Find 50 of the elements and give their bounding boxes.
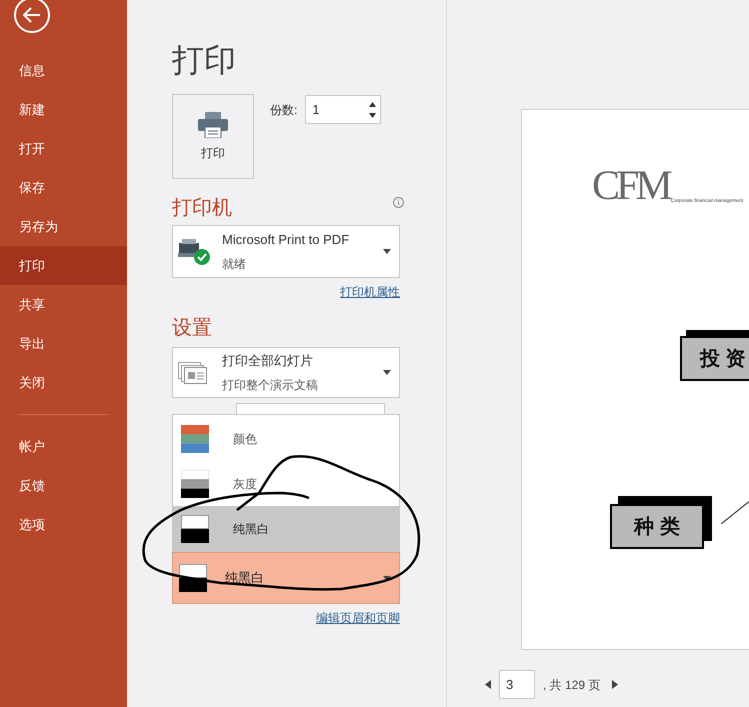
header-footer-link[interactable]: 编辑页眉和页脚 bbox=[316, 609, 400, 627]
sidebar-item[interactable]: 打开 bbox=[0, 129, 127, 168]
color-menu-item[interactable]: 纯黑白 bbox=[173, 506, 399, 551]
sidebar-item[interactable]: 关闭 bbox=[0, 363, 127, 402]
color-menu-item[interactable]: 灰度 bbox=[173, 461, 399, 506]
printer-ready-icon bbox=[178, 238, 210, 264]
caret-icon bbox=[383, 370, 391, 375]
sidebar-item[interactable]: 保存 bbox=[0, 168, 127, 207]
color-dropdown[interactable]: 纯黑白 bbox=[172, 552, 400, 604]
printer-icon bbox=[198, 112, 228, 138]
page-count: , 共 129 页 bbox=[543, 676, 600, 694]
sidebar-item[interactable]: 选项 bbox=[0, 505, 127, 544]
printer-properties-link[interactable]: 打印机属性 bbox=[340, 283, 400, 301]
color-mode-icon bbox=[181, 424, 209, 452]
info-icon bbox=[393, 196, 404, 208]
print-button[interactable]: 打印 bbox=[172, 94, 254, 179]
sidebar-item[interactable]: 共享 bbox=[0, 285, 127, 324]
previous-page-icon[interactable] bbox=[485, 680, 491, 689]
page-number-field[interactable]: 3 bbox=[499, 670, 535, 699]
copies-label: 份数: bbox=[270, 102, 298, 118]
next-page-icon[interactable] bbox=[612, 680, 618, 689]
color-mode-icon bbox=[181, 514, 209, 542]
slides-title: 打印全部幻灯片 bbox=[222, 352, 314, 370]
page-title: 打印 bbox=[172, 41, 237, 80]
section-heading: 设置 bbox=[172, 316, 213, 341]
back-button[interactable] bbox=[14, 0, 50, 33]
logo-letters: CFM bbox=[592, 165, 669, 207]
slides-subtitle: 打印整个演示文稿 bbox=[222, 377, 319, 394]
caret-icon bbox=[383, 576, 391, 580]
color-menu-item[interactable]: 颜色 bbox=[173, 416, 399, 461]
sidebar-item[interactable]: 反馈 bbox=[0, 466, 127, 505]
slides-icon bbox=[178, 362, 208, 384]
copies-spinner[interactable]: 1 bbox=[305, 95, 382, 124]
color-mode-icon bbox=[179, 564, 207, 592]
spinner-arrows-icon bbox=[369, 102, 376, 118]
printer-dropdown[interactable]: Microsoft Print to PDF 就绪 bbox=[172, 225, 400, 278]
section-heading: 打印机 bbox=[172, 196, 232, 221]
sidebar-item[interactable]: 打印 bbox=[0, 246, 127, 285]
slides-dropdown[interactable]: 打印全部幻灯片 打印整个演示文稿 bbox=[172, 347, 400, 398]
sidebar-item[interactable]: 信息 bbox=[0, 51, 127, 90]
sidebar-item[interactable]: 新建 bbox=[0, 90, 127, 129]
color-mode-icon bbox=[181, 470, 209, 498]
printer-name: Microsoft Print to PDF bbox=[222, 231, 350, 250]
caret-icon bbox=[383, 249, 391, 254]
printer-status: 就绪 bbox=[222, 256, 247, 273]
sidebar-item[interactable]: 导出 bbox=[0, 324, 127, 363]
sidebar-item[interactable]: 另存为 bbox=[0, 207, 127, 246]
sidebar-item[interactable]: 帐户 bbox=[0, 427, 127, 466]
connector-line bbox=[721, 500, 749, 524]
back-arrow-icon bbox=[23, 7, 41, 23]
